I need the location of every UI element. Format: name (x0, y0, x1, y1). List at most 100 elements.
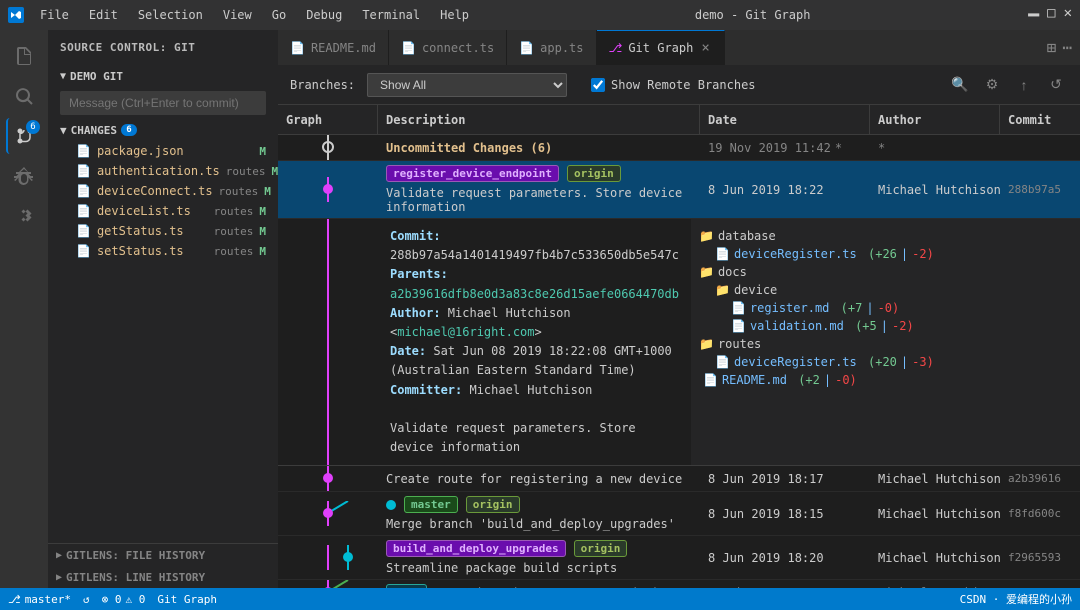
folder-icon-routes: 📁 (699, 337, 714, 351)
author-f8fd600c: Michael Hutchison (870, 492, 1000, 535)
file-register-md[interactable]: 📄 register.md (+7 | -0) (699, 299, 1080, 317)
diff-add2: (+7 (833, 301, 862, 315)
commit-row-f2965593[interactable]: build_and_deploy_upgrades origin Streaml… (278, 536, 1080, 580)
date-label: Date: (390, 344, 433, 358)
activity-source-control[interactable]: 6 (6, 118, 42, 154)
sidebar-title: Source Control: Git (48, 30, 278, 65)
gitlens-line-arrow-icon: ▶ (56, 572, 62, 583)
diff-sep3: | (881, 319, 888, 333)
tab-app[interactable]: 📄 app.ts (507, 30, 596, 65)
main-container: 6 Source Control: Git ▼ DEMO GIT ▼ CHANG… (0, 30, 1080, 588)
file-deviceregister-db[interactable]: 📄 deviceRegister.ts (+26 | -2) (699, 245, 1080, 263)
th-commit: Commit (1000, 105, 1080, 134)
commit-row-f8fd600c[interactable]: master origin Merge branch 'build_and_de… (278, 492, 1080, 536)
status-right: CSDN · 爱编程的小孙 (960, 591, 1072, 607)
git-graph-status[interactable]: Git Graph (157, 593, 217, 606)
sync-status[interactable]: ↺ (83, 593, 90, 606)
file-item-deviceconnect[interactable]: 📄 deviceConnect.ts routes M (52, 181, 274, 201)
activity-files[interactable] (6, 38, 42, 74)
author-email-link[interactable]: michael@16right.com (397, 325, 534, 339)
desc-text-1: Validate request parameters. Store devic… (386, 186, 692, 214)
app-tab-label: app.ts (540, 41, 583, 55)
fetch-btn[interactable]: ↑ (1012, 73, 1036, 97)
file-readme[interactable]: 📄 README.md (+2 | -0) (699, 371, 1080, 389)
split-editor-btn[interactable]: ⊞ (1047, 38, 1057, 57)
author-v: Michael Hutchison (878, 472, 1000, 486)
errors-status[interactable]: ⊗ 0 ⚠ 0 (102, 593, 146, 606)
hash-v: a2b39616 (1008, 472, 1061, 485)
graph-line-bar (327, 219, 329, 465)
diff-sep: | (901, 247, 908, 261)
commit-row-uncommitted[interactable]: Uncommitted Changes (6) 19 Nov 2019 11:4… (278, 135, 1080, 161)
file-icon: 📄 (76, 144, 91, 158)
file-item-devicelist[interactable]: 📄 deviceList.ts routes M (52, 201, 274, 221)
menu-view[interactable]: View (215, 6, 260, 24)
th-date: Date (700, 105, 870, 134)
refresh-btn[interactable]: ↺ (1044, 73, 1068, 97)
menu-terminal[interactable]: Terminal (354, 6, 428, 24)
changes-label: CHANGES (71, 124, 117, 137)
tab-git-graph[interactable]: ⎇ Git Graph × (597, 30, 725, 65)
file-name: deviceConnect.ts (97, 184, 213, 198)
activity-extensions[interactable] (6, 198, 42, 234)
menu-go[interactable]: Go (264, 6, 294, 24)
search-commits-btn[interactable]: 🔍 (948, 73, 972, 97)
commit-a2b39616: a2b39616 (1000, 466, 1080, 491)
file-icon: 📄 (76, 224, 91, 238)
gitlens-file-history[interactable]: ▶ GITLENS: FILE HISTORY (48, 544, 278, 566)
changes-header[interactable]: ▼ CHANGES 6 (52, 119, 274, 141)
window-controls[interactable]: ━ □ ✕ (1028, 5, 1072, 26)
commit-message-input[interactable] (60, 91, 266, 115)
branch-status[interactable]: ⎇ master* (8, 593, 71, 606)
file-item-authentication[interactable]: 📄 authentication.ts routes M (52, 161, 274, 181)
file-list: 📄 package.json M 📄 authentication.ts rou… (52, 141, 274, 261)
commit-label: Commit: (390, 229, 441, 243)
commit-row-22a32a90[interactable]: R2.0 Merge branch 'get_status_endpoint' … (278, 580, 1080, 588)
gitlens-line-history[interactable]: ▶ GITLENS: LINE HISTORY (48, 566, 278, 588)
minimize-btn[interactable]: ━ (1028, 5, 1039, 26)
author-val: Michael Hutchison (878, 183, 1000, 197)
menu-edit[interactable]: Edit (81, 6, 126, 24)
th-description: Description (378, 105, 700, 134)
commit-hash: 288b97a5 (1008, 183, 1061, 196)
commit-row-a2b39616[interactable]: Create route for registering a new devic… (278, 466, 1080, 492)
diff-add3: (+5 (848, 319, 877, 333)
maximize-btn[interactable]: □ (1047, 5, 1055, 26)
git-graph-tab-close[interactable]: × (699, 40, 711, 56)
date-288b97a5: 8 Jun 2019 18:22 (700, 161, 870, 218)
menu-selection[interactable]: Selection (130, 6, 211, 24)
file-validation-md[interactable]: 📄 validation.md (+5 | -2) (699, 317, 1080, 335)
diff-del5: -0) (835, 373, 857, 387)
close-btn[interactable]: ✕ (1064, 5, 1072, 26)
activity-debug[interactable] (6, 158, 42, 194)
branch-tag-build: build_and_deploy_upgrades (386, 540, 566, 557)
file-status: M (259, 145, 266, 158)
menu-bar[interactable]: File Edit Selection View Go Debug Termin… (32, 6, 477, 24)
commit-row-288b97a5[interactable]: register_device_endpoint origin Validate… (278, 161, 1080, 219)
demo-git-header[interactable]: ▼ DEMO GIT (52, 65, 274, 87)
menu-file[interactable]: File (32, 6, 77, 24)
demo-arrow-icon: ▼ (60, 71, 66, 82)
file-item-package-json[interactable]: 📄 package.json M (52, 141, 274, 161)
more-tabs-btn[interactable]: ⋯ (1062, 38, 1072, 57)
file-name: authentication.ts (97, 164, 220, 178)
menu-debug[interactable]: Debug (298, 6, 350, 24)
branch-tag-origin-1: origin (567, 165, 621, 182)
show-remote-branches-area: Show Remote Branches (591, 78, 756, 92)
activity-search[interactable] (6, 78, 42, 114)
branch-tag-register: register_device_endpoint (386, 165, 559, 182)
parents-link[interactable]: a2b39616dfb8e0d3a83c8e26d15aefe0664470db (390, 287, 679, 301)
tab-connect[interactable]: 📄 connect.ts (389, 30, 507, 65)
file-item-setstatus[interactable]: 📄 setStatus.ts routes M (52, 241, 274, 261)
file-item-getstatus[interactable]: 📄 getStatus.ts routes M (52, 221, 274, 241)
settings-btn[interactable]: ⚙ (980, 73, 1004, 97)
detail-commit: Commit: 288b97a54a1401419497fb4b7c533650… (390, 227, 679, 265)
show-remote-checkbox[interactable] (591, 78, 605, 92)
tab-readme[interactable]: 📄 README.md (278, 30, 389, 65)
file-deviceregister-routes[interactable]: 📄 deviceRegister.ts (+20 | -3) (699, 353, 1080, 371)
date-v3: 8 Jun 2019 18:20 (708, 551, 824, 565)
date-val: 8 Jun 2019 18:22 (708, 183, 824, 197)
branches-select[interactable]: Show All (367, 73, 567, 97)
menu-help[interactable]: Help (432, 6, 477, 24)
file-status: M (264, 185, 271, 198)
